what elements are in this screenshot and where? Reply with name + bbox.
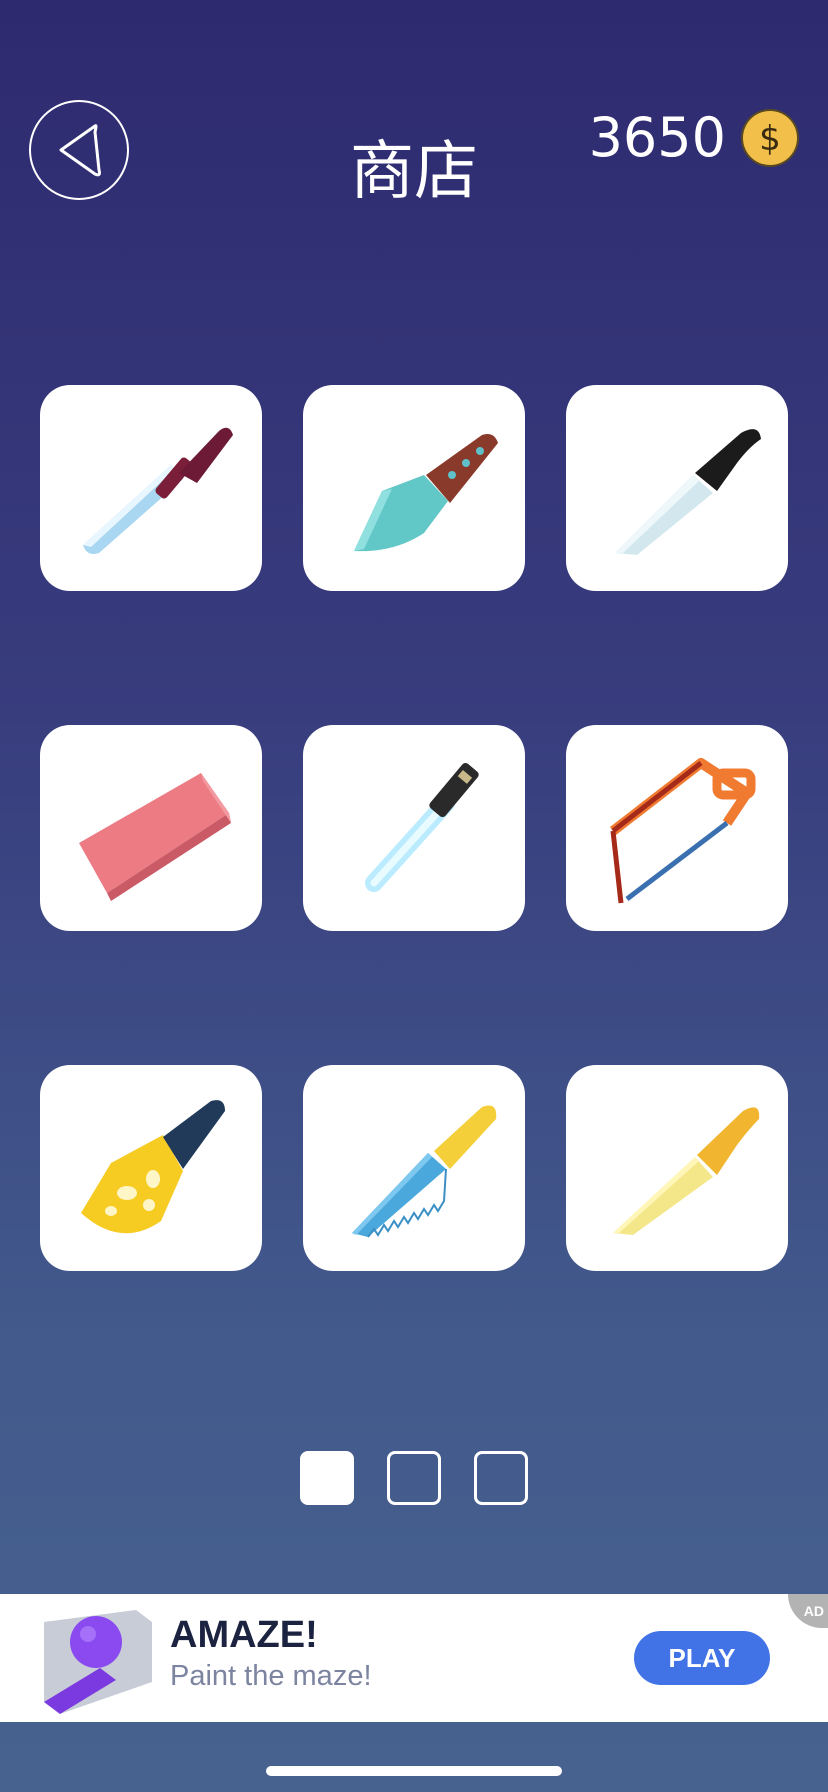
dollar-coin-icon: $ [741, 108, 799, 167]
shop-item-hunting-knife[interactable] [40, 385, 262, 591]
hacksaw-icon [609, 758, 756, 904]
home-indicator[interactable] [266, 1766, 562, 1776]
shop-item-lightsaber[interactable] [303, 725, 525, 931]
cleaver-knife-icon [354, 434, 498, 552]
page-dot-2[interactable] [387, 1451, 441, 1505]
shop-item-eraser-blade[interactable] [40, 725, 262, 931]
page-indicator [300, 1451, 530, 1505]
shop-item-yellow-knife[interactable] [566, 1065, 788, 1271]
shop-item-chef-knife[interactable] [566, 385, 788, 591]
chef-knife-icon [615, 429, 761, 555]
svg-text:$: $ [759, 119, 781, 159]
shop-item-hacksaw[interactable] [566, 725, 788, 931]
coin-count: 3650 [588, 106, 726, 169]
ad-banner[interactable]: AMAZE! Paint the maze! PLAY AD [0, 1594, 828, 1722]
amaze-app-icon [44, 1610, 152, 1714]
lightsaber-icon [365, 762, 479, 892]
shop-item-cheese-knife[interactable] [40, 1065, 262, 1271]
hunting-knife-icon [83, 427, 233, 554]
cheese-knife-icon [81, 1100, 225, 1234]
page-dot-1[interactable] [300, 1451, 354, 1505]
eraser-blade-icon [79, 773, 231, 901]
shop-item-cleaver[interactable] [303, 385, 525, 591]
ad-badge[interactable]: AD [788, 1594, 828, 1628]
bread-knife-icon [352, 1105, 497, 1238]
ad-subtitle: Paint the maze! [170, 1660, 372, 1692]
shop-grid [40, 385, 788, 1271]
coin-balance: 3650 $ [589, 106, 800, 169]
page-dot-3[interactable] [474, 1451, 528, 1505]
ad-title: AMAZE! [170, 1614, 318, 1656]
shop-item-bread-knife[interactable] [303, 1065, 525, 1271]
ad-play-button[interactable]: PLAY [634, 1631, 770, 1685]
yellow-knife-icon [613, 1107, 760, 1235]
